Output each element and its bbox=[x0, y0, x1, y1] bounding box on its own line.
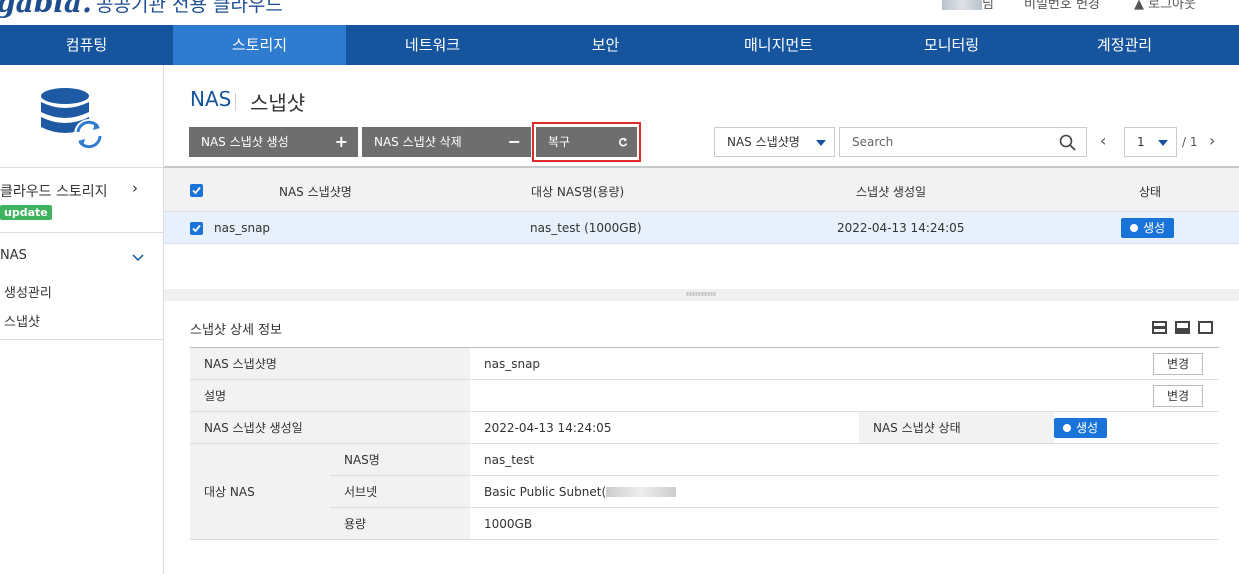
sidebar-cloud-storage[interactable]: 클라우드 스토리지 bbox=[0, 181, 108, 201]
drag-handle-icon[interactable] bbox=[686, 292, 716, 296]
detail-row-nas-name: 대상 NAS NAS명 nas_test bbox=[190, 443, 1219, 540]
nav-management[interactable]: 매니지먼트 bbox=[692, 25, 865, 65]
prev-page-icon[interactable]: ‹ bbox=[1100, 131, 1106, 150]
sidebar: 클라우드 스토리지 › update NAS 생성관리 스냅샷 bbox=[0, 65, 164, 574]
search-icon[interactable] bbox=[1059, 134, 1076, 151]
sidebar-divider bbox=[0, 232, 164, 233]
value-created: 2022-04-13 14:24:05 bbox=[470, 411, 859, 444]
grid-header: NAS 스냅샷명 대상 NAS명(용량) 스냅샷 생성일 상태 bbox=[164, 166, 1239, 212]
title-separator bbox=[235, 93, 236, 111]
nav-network[interactable]: 네트워크 bbox=[346, 25, 519, 65]
checkmark-icon bbox=[192, 224, 201, 233]
sidebar-nas[interactable]: NAS bbox=[0, 248, 27, 263]
value-cell: Basic Public Subnet( bbox=[470, 475, 1219, 508]
nav-security[interactable]: 보안 bbox=[519, 25, 692, 65]
status-dot-icon bbox=[1130, 224, 1138, 232]
page-title: NAS bbox=[190, 87, 232, 111]
detail-title: 스냅샷 상세 정보 bbox=[190, 323, 282, 338]
detail-row-created: NAS 스냅샷 생성일 2022-04-13 14:24:05 NAS 스냅샷 … bbox=[190, 411, 1219, 444]
label-snapshot-name: NAS 스냅샷명 bbox=[190, 347, 470, 380]
search-input[interactable]: Search bbox=[839, 127, 1087, 157]
col-status[interactable]: 상태 bbox=[1139, 183, 1161, 200]
label-description: 설명 bbox=[190, 379, 470, 412]
label-capacity: 용량 bbox=[330, 507, 470, 540]
layout-full-icon[interactable] bbox=[1198, 321, 1213, 334]
value-cell: 생성 bbox=[1054, 411, 1219, 444]
sidebar-divider bbox=[0, 167, 164, 168]
chevron-right-icon[interactable]: › bbox=[132, 179, 138, 197]
create-snapshot-button[interactable]: NAS 스냅샷 생성 + bbox=[189, 127, 358, 157]
layout-split-icon[interactable] bbox=[1175, 321, 1190, 334]
sidebar-item-create-manage[interactable]: 생성관리 bbox=[4, 282, 52, 301]
restore-highlight-box bbox=[532, 122, 641, 162]
value-snapshot-name: nas_snap bbox=[484, 356, 541, 371]
value-cell: 변경 bbox=[470, 379, 1219, 412]
col-created[interactable]: 스냅샷 생성일 bbox=[856, 183, 926, 200]
brand-subtitle: 공공기관 전용 클라우드 bbox=[96, 0, 283, 16]
label-created: NAS 스냅샷 생성일 bbox=[190, 411, 470, 444]
status-dot-icon bbox=[1063, 424, 1071, 432]
next-page-icon[interactable]: › bbox=[1209, 131, 1215, 150]
col-target-nas[interactable]: 대상 NAS명(용량) bbox=[531, 183, 624, 200]
chevron-down-icon[interactable] bbox=[132, 254, 144, 262]
logout-link[interactable]: ▲ 로그아웃 bbox=[1134, 0, 1196, 12]
layout-top-icon[interactable] bbox=[1152, 321, 1167, 334]
detail-row-subnet: 서브넷 Basic Public Subnet( bbox=[190, 475, 1219, 508]
row-checkbox[interactable] bbox=[190, 222, 203, 235]
table-row[interactable]: nas_snap nas_test (1000GB) 2022-04-13 14… bbox=[164, 212, 1239, 244]
page-select[interactable]: 1 bbox=[1124, 127, 1177, 157]
checkmark-icon bbox=[192, 186, 201, 195]
sidebar-divider bbox=[0, 339, 164, 340]
nav-computing[interactable]: 컴퓨팅 bbox=[0, 25, 173, 65]
filter-select[interactable]: NAS 스냅샷명 bbox=[714, 127, 835, 157]
user-name-blurred bbox=[942, 0, 982, 10]
top-bar: gabia. 공공기관 전용 클라우드 님 비밀번호 변경 ▲ 로그아웃 bbox=[0, 0, 1239, 25]
panel-splitter[interactable] bbox=[164, 289, 1239, 301]
layout-toggle bbox=[1152, 321, 1213, 334]
edit-description-button[interactable]: 변경 bbox=[1153, 385, 1203, 407]
detail-row-capacity: 용량 1000GB bbox=[190, 507, 1219, 540]
main-content: NAS 스냅샷 NAS 스냅샷 생성 + NAS 스냅샷 삭제 − 복구 NAS 스… bbox=[164, 65, 1239, 574]
status-badge: 생성 bbox=[1054, 418, 1108, 438]
value-cell: nas_snap 변경 bbox=[470, 347, 1219, 380]
global-nav: 컴퓨팅 스토리지 네트워크 보안 매니지먼트 모니터링 계정관리 bbox=[0, 25, 1239, 65]
page-total: / 1 bbox=[1182, 135, 1198, 149]
nav-storage[interactable]: 스토리지 bbox=[173, 25, 346, 65]
storage-icon bbox=[41, 88, 104, 149]
page-subtitle: 스냅샷 bbox=[250, 91, 306, 115]
row-target-nas: nas_test (1000GB) bbox=[530, 221, 642, 235]
row-snapshot-name: nas_snap bbox=[214, 221, 271, 235]
update-badge: update bbox=[0, 205, 52, 220]
detail-table: NAS 스냅샷명 nas_snap 변경 설명 변경 NAS 스냅샷 생성일 20… bbox=[190, 347, 1219, 540]
value-subnet: Basic Public Subnet( bbox=[484, 484, 607, 499]
subnet-blurred bbox=[606, 487, 677, 497]
delete-snapshot-button[interactable]: NAS 스냅샷 삭제 − bbox=[362, 127, 531, 157]
edit-name-button[interactable]: 변경 bbox=[1153, 353, 1203, 375]
status-badge: 생성 bbox=[1121, 218, 1175, 238]
value-capacity: 1000GB bbox=[470, 507, 1219, 540]
col-snapshot-name[interactable]: NAS 스냅샷명 bbox=[279, 183, 352, 200]
label-nas-name: NAS명 bbox=[330, 443, 470, 476]
minus-icon: − bbox=[507, 132, 521, 151]
user-name: 님 bbox=[942, 0, 994, 12]
row-created: 2022-04-13 14:24:05 bbox=[837, 221, 965, 235]
user-icon: ▲ bbox=[1134, 0, 1149, 12]
password-change-link[interactable]: 비밀번호 변경 bbox=[1024, 0, 1100, 12]
detail-row-name: NAS 스냅샷명 nas_snap 변경 bbox=[190, 347, 1219, 380]
label-target-nas: 대상 NAS bbox=[190, 443, 330, 540]
dropdown-arrow-icon bbox=[1158, 140, 1168, 146]
detail-row-description: 설명 변경 bbox=[190, 379, 1219, 412]
dropdown-arrow-icon bbox=[816, 140, 826, 146]
label-subnet: 서브넷 bbox=[330, 475, 470, 508]
value-nas-name: nas_test bbox=[470, 443, 1219, 476]
sidebar-item-snapshot[interactable]: 스냅샷 bbox=[4, 311, 40, 330]
plus-icon: + bbox=[334, 132, 348, 151]
nav-monitoring[interactable]: 모니터링 bbox=[865, 25, 1038, 65]
gabia-logo[interactable]: gabia. bbox=[0, 0, 92, 19]
label-status: NAS 스냅샷 상태 bbox=[859, 411, 1054, 444]
select-all-checkbox[interactable] bbox=[190, 184, 203, 197]
nav-account[interactable]: 계정관리 bbox=[1038, 25, 1211, 65]
